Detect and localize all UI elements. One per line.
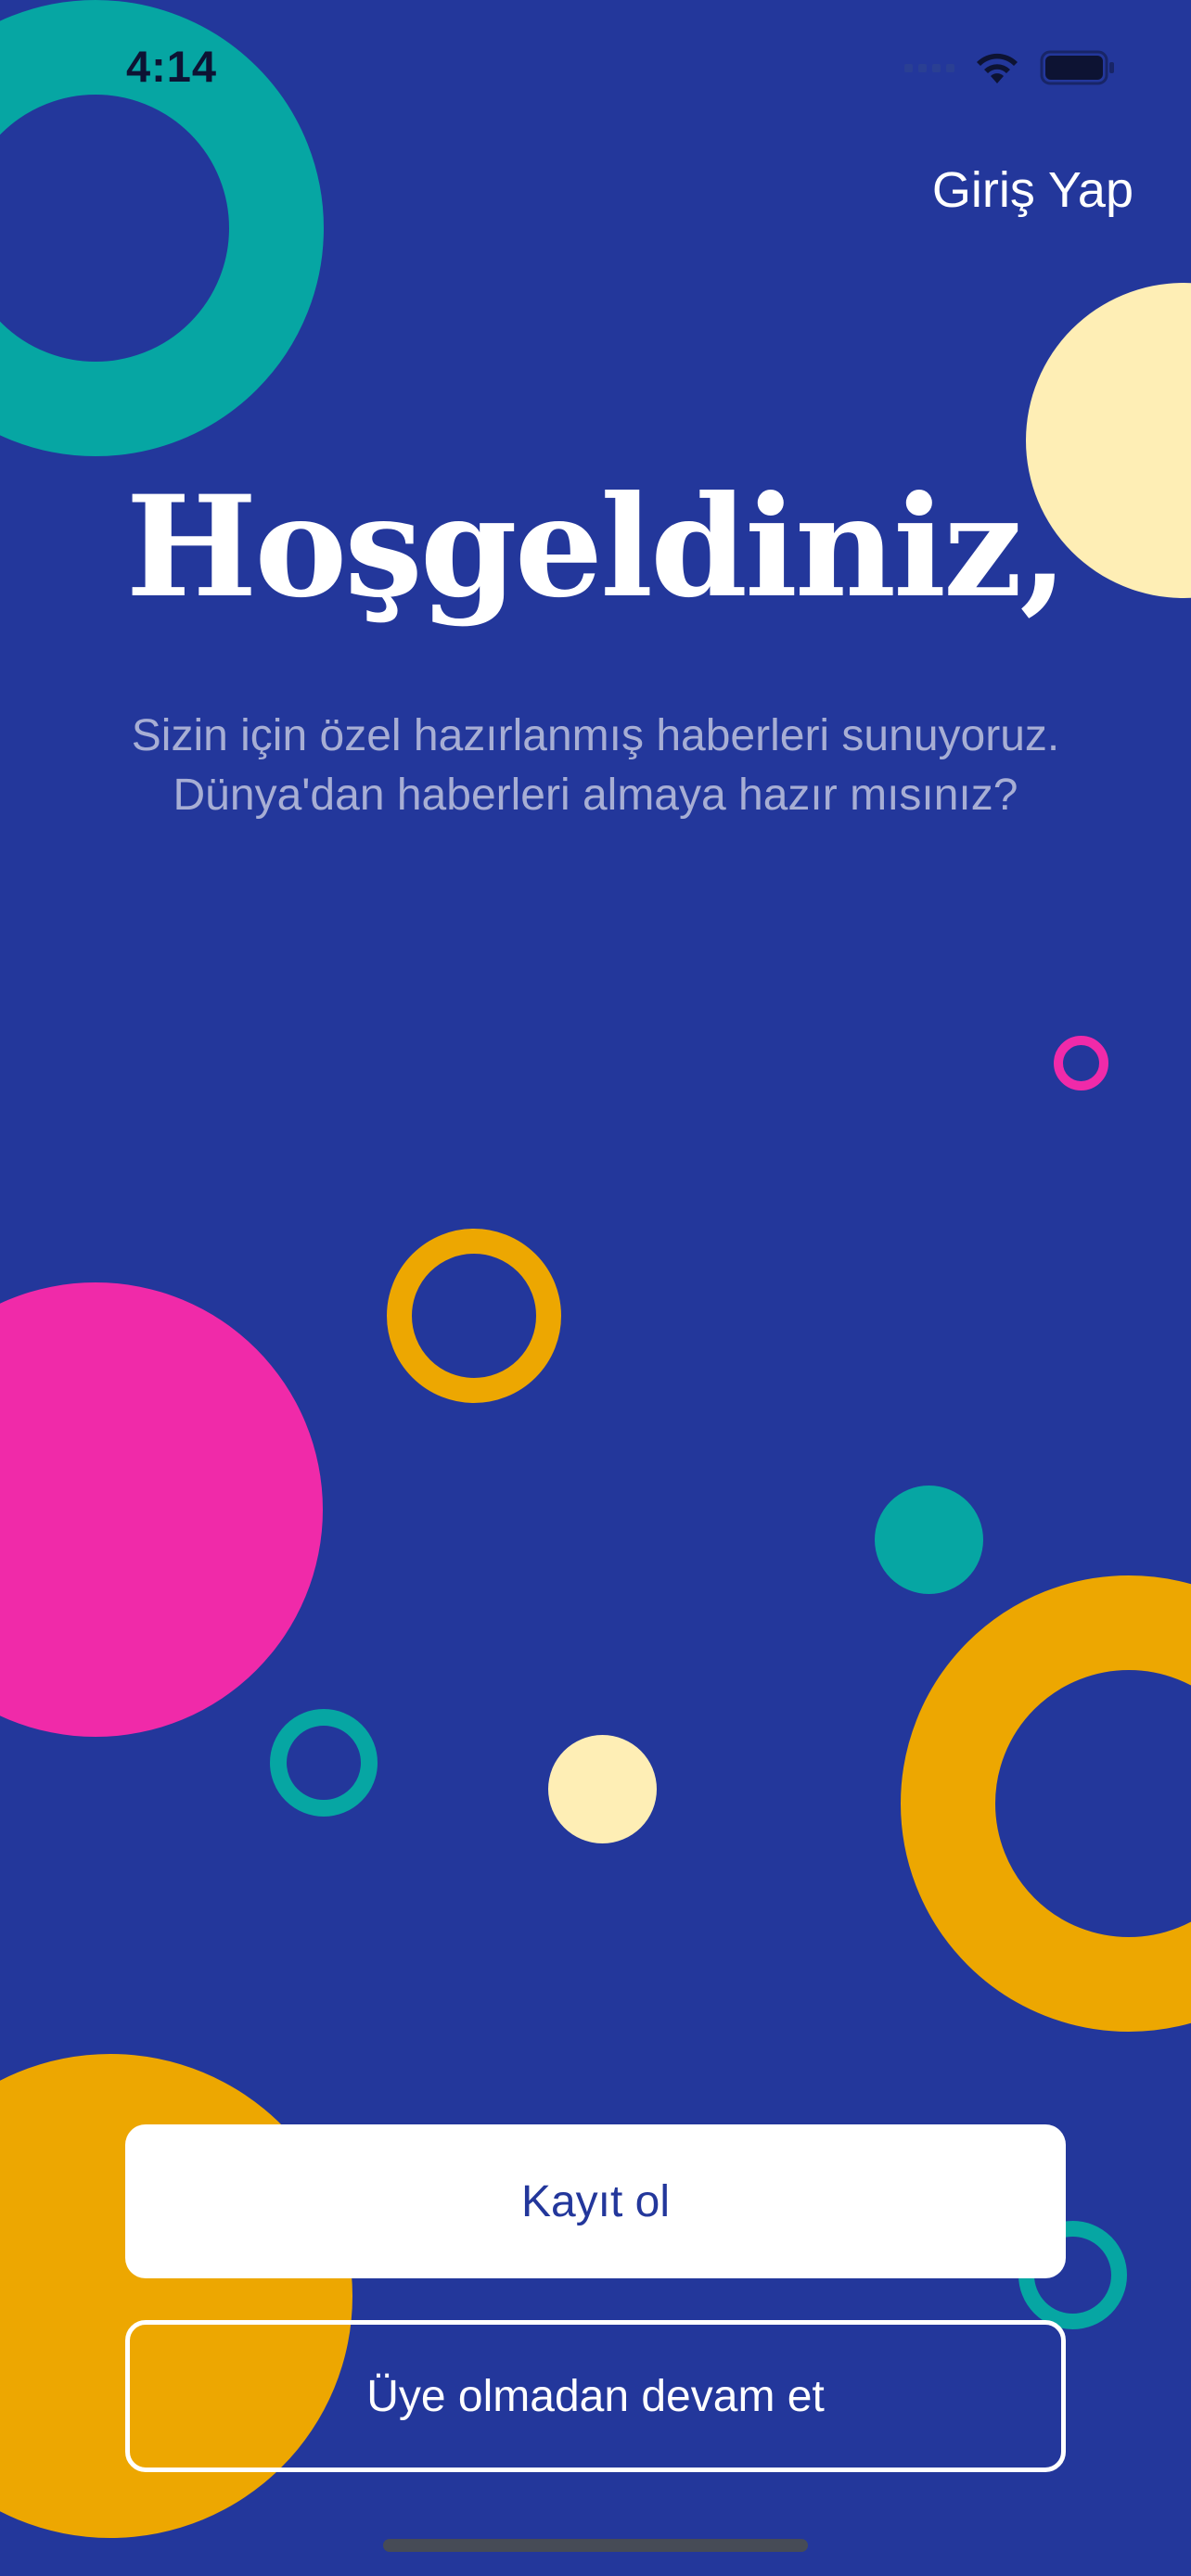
login-link[interactable]: Giriş Yap [932,159,1133,221]
status-icons [904,45,1116,91]
decorative-teal-circle [875,1486,983,1594]
welcome-subtitle-line-1: Sizin için özel hazırlanmış haberleri su… [131,711,1060,760]
welcome-subtitle: Sizin için özel hazırlanmış haberleri su… [0,707,1191,825]
welcome-subtitle-line-2: Dünya'dan haberleri almaya hazır mısınız… [173,771,1018,820]
continue-as-guest-button[interactable]: Üye olmadan devam et [125,2320,1066,2472]
wifi-icon [973,50,1021,85]
welcome-title: Hoşgeldiniz, [125,465,1069,629]
decorative-orange-ring [387,1229,561,1403]
signal-icon [904,49,954,86]
register-button[interactable]: Kayıt ol [125,2124,1066,2278]
decorative-pink-ring [1054,1036,1108,1090]
battery-icon [1040,49,1116,86]
decorative-teal-small-ring [270,1709,378,1817]
status-time: 4:14 [126,42,218,91]
home-indicator[interactable] [383,2539,808,2552]
decorative-orange-large-ring [901,1575,1191,2032]
welcome-screen: 4:14 Giriş Yap Hoşgeldiniz, Sizin için ö… [0,0,1191,2576]
decorative-pink-circle [0,1282,323,1737]
decorative-cream-small-circle [548,1735,657,1843]
